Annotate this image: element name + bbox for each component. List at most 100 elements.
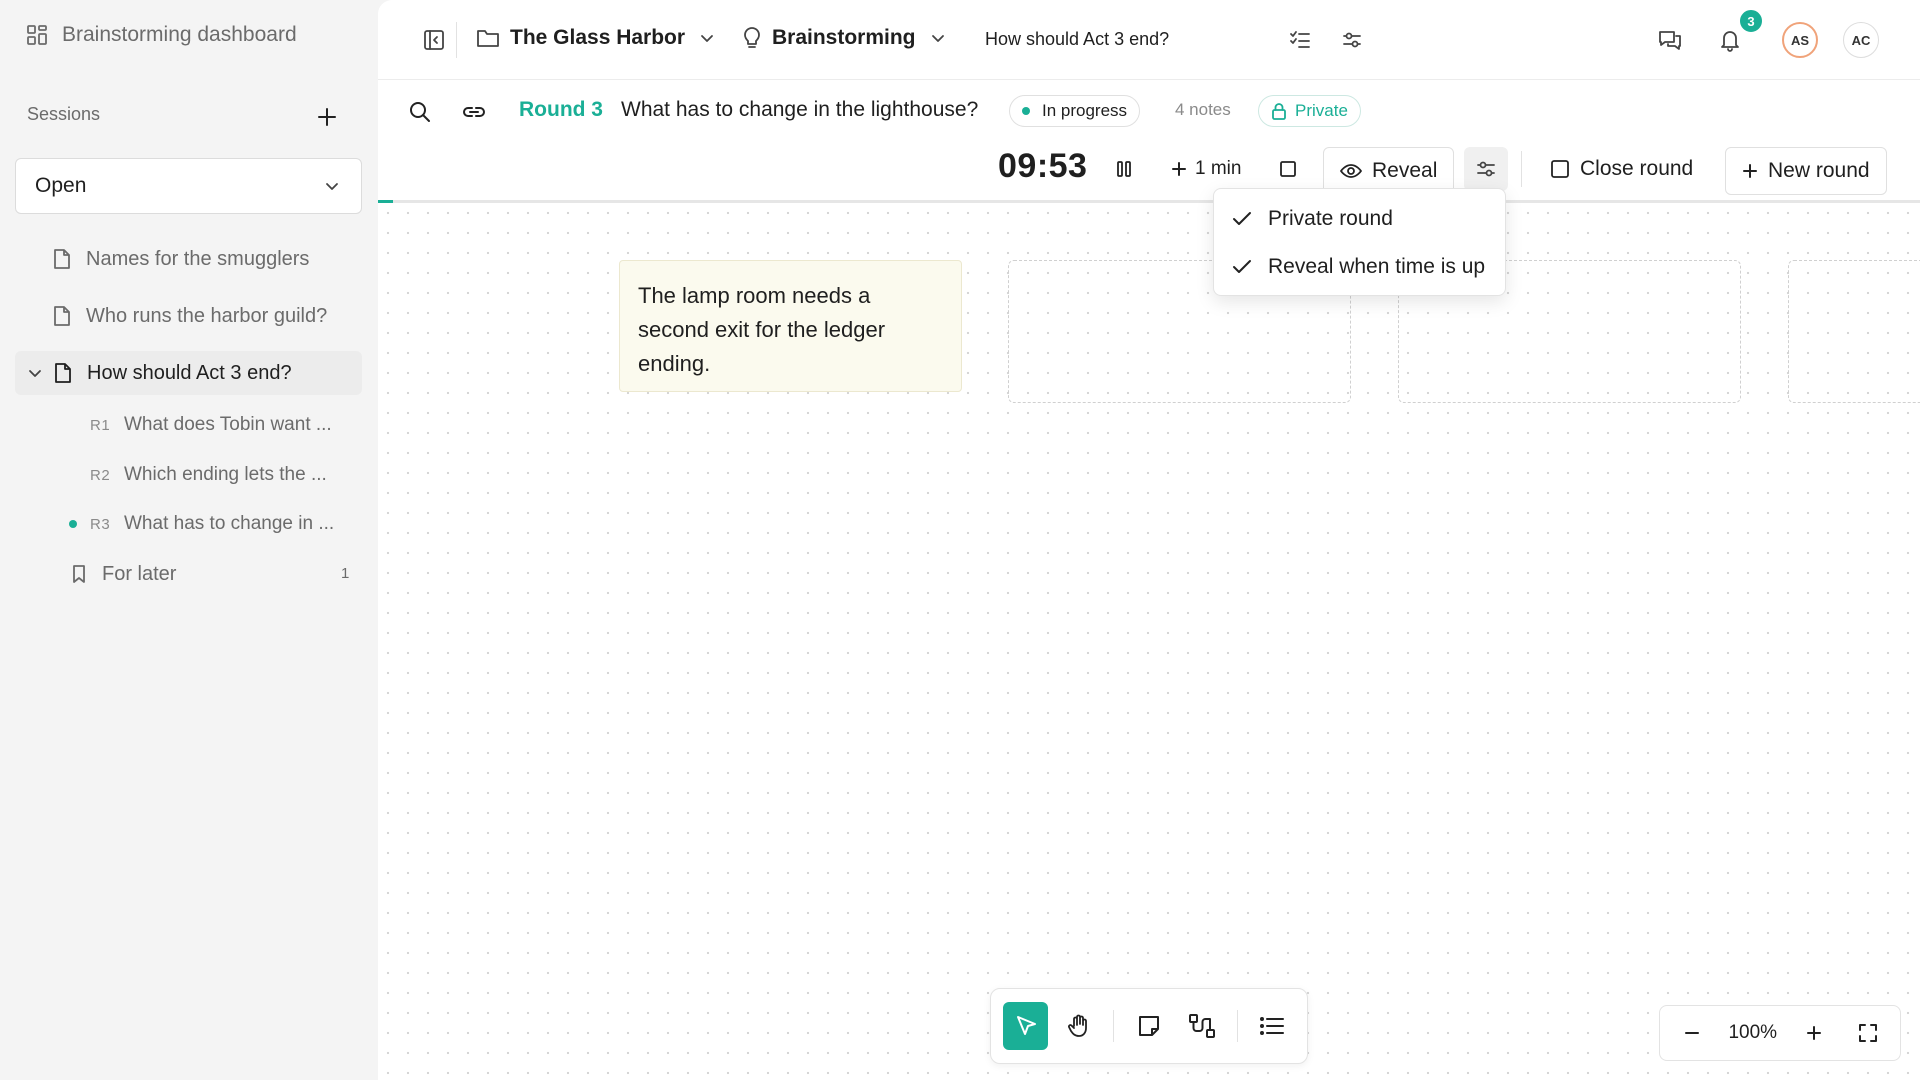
- copy-link-button[interactable]: [452, 90, 496, 134]
- checklist-icon: [1290, 31, 1310, 48]
- privacy-text: Private: [1295, 101, 1348, 120]
- toggle-sidebar-button[interactable]: [412, 18, 456, 62]
- top-bar: The Glass Harbor Brainstorming How shoul…: [378, 0, 1920, 80]
- plus-icon: [1743, 164, 1757, 178]
- for-later-item[interactable]: For later: [70, 562, 176, 586]
- reveal-label: Reveal: [1372, 159, 1438, 182]
- timer: 09:53: [998, 147, 1088, 185]
- avatar[interactable]: AS: [1782, 22, 1818, 58]
- new-round-button[interactable]: New round: [1725, 147, 1887, 195]
- checklist-button[interactable]: [1278, 18, 1322, 62]
- menu-item-label: Reveal when time is up: [1268, 255, 1486, 278]
- eye-icon: [1340, 164, 1362, 178]
- zoom-level: 100%: [1728, 1022, 1778, 1043]
- search-icon: [410, 102, 430, 122]
- main-panel: The Glass Harbor Brainstorming How shoul…: [378, 0, 1920, 1080]
- add-time-button[interactable]: 1 min: [1171, 145, 1241, 193]
- collapse-sidebar-icon: [424, 30, 444, 50]
- session-item-active[interactable]: How should Act 3 end?: [15, 351, 362, 395]
- menu-item-private-round[interactable]: Private round: [1214, 195, 1505, 243]
- add-session-button[interactable]: [314, 104, 340, 130]
- round-tag: R3: [90, 515, 111, 533]
- chevron-down-icon: [701, 35, 713, 42]
- document-icon: [54, 249, 70, 269]
- lock-icon: [1272, 103, 1286, 120]
- divider: [1236, 1010, 1238, 1042]
- sticky-note[interactable]: The lamp room needs a second exit for th…: [619, 260, 962, 392]
- fullscreen-button[interactable]: [1850, 1015, 1886, 1051]
- sticky-note-icon: [1138, 1016, 1159, 1036]
- pause-button[interactable]: [1102, 147, 1146, 191]
- zoom-in-button[interactable]: [1796, 1015, 1832, 1051]
- mode-selector[interactable]: Brainstorming: [742, 26, 946, 50]
- status-badge: In progress: [1009, 95, 1141, 127]
- session-item-label: How should Act 3 end?: [87, 361, 292, 384]
- breadcrumb-question[interactable]: How should Act 3 end?: [985, 29, 1169, 50]
- new-round-label: New round: [1768, 159, 1870, 182]
- fullscreen-icon: [1858, 1024, 1877, 1042]
- round-item-active[interactable]: R3 What has to change in ...: [90, 512, 334, 536]
- add-time-label: 1 min: [1195, 158, 1242, 179]
- connector-icon: [1189, 1014, 1216, 1038]
- pause-icon: [1117, 161, 1131, 177]
- round-label: Round 3: [519, 98, 603, 121]
- cursor-icon: [1016, 1016, 1036, 1035]
- session-item-label: Who runs the harbor guild?: [86, 304, 328, 327]
- round-item-label: What has to change in ...: [124, 513, 335, 534]
- connector-tool-button[interactable]: [1180, 1002, 1225, 1050]
- plus-icon: [1172, 162, 1186, 176]
- avatar[interactable]: AC: [1843, 22, 1879, 58]
- list-view-button[interactable]: [1250, 1002, 1295, 1050]
- close-round-button[interactable]: Close round: [1550, 145, 1693, 193]
- sliders-icon: [1343, 32, 1361, 48]
- dashboard-link[interactable]: Brainstorming dashboard: [26, 23, 297, 47]
- session-filter-select[interactable]: Open: [15, 158, 362, 214]
- privacy-badge[interactable]: Private: [1258, 95, 1361, 127]
- session-item-label: Names for the smugglers: [86, 247, 310, 270]
- lightbulb-icon: [744, 27, 760, 48]
- note-tool-button[interactable]: [1126, 1002, 1171, 1050]
- stop-button[interactable]: [1266, 147, 1310, 191]
- question-title: How should Act 3 end?: [985, 29, 1170, 49]
- round-tag: R1: [90, 416, 111, 434]
- mode-name: Brainstorming: [772, 26, 916, 49]
- status-text: In progress: [1042, 101, 1128, 120]
- brainstorm-canvas[interactable]: The lamp room needs a second exit for th…: [378, 203, 1920, 1080]
- round-options-menu: Private round Reveal when time is up: [1213, 188, 1506, 296]
- round-tag: R2: [90, 466, 111, 484]
- for-later-count: 1: [341, 565, 350, 582]
- zoom-out-button[interactable]: [1674, 1015, 1710, 1051]
- chevron-down-icon: [29, 370, 41, 377]
- sliders-icon: [1477, 161, 1495, 177]
- notification-count-badge: 3: [1738, 8, 1764, 34]
- empty-note-slot[interactable]: [1788, 260, 1920, 403]
- zoom-controls: 100%: [1659, 1005, 1901, 1061]
- active-round-dot: [69, 520, 77, 528]
- hand-tool-button[interactable]: [1056, 1002, 1101, 1050]
- menu-item-reveal-when-up[interactable]: Reveal when time is up: [1214, 243, 1505, 291]
- status-dot: [1022, 107, 1030, 115]
- dashboard-label: Brainstorming dashboard: [62, 23, 297, 46]
- project-selector[interactable]: The Glass Harbor: [476, 26, 715, 50]
- canvas-toolbar: [990, 988, 1308, 1064]
- settings-button[interactable]: [1330, 18, 1374, 62]
- round-item[interactable]: R1 What does Tobin want ...: [90, 413, 332, 437]
- round-header: Round 3 What has to change in the lighth…: [378, 90, 1920, 132]
- session-item[interactable]: Who runs the harbor guild?: [52, 303, 327, 329]
- comments-button[interactable]: [1648, 18, 1692, 62]
- hand-icon: [1067, 1014, 1087, 1037]
- select-tool-button[interactable]: [1003, 1002, 1049, 1050]
- bookmark-icon: [73, 565, 85, 583]
- for-later-label: For later: [102, 562, 177, 585]
- session-item[interactable]: Names for the smugglers: [52, 246, 309, 272]
- minus-icon: [1685, 1032, 1699, 1034]
- search-button[interactable]: [398, 90, 442, 134]
- round-item[interactable]: R2 Which ending lets the ...: [90, 463, 327, 487]
- chevron-down-icon: [326, 183, 338, 190]
- round-options-button[interactable]: [1464, 147, 1508, 191]
- divider: [456, 22, 457, 58]
- round-item-label: Which ending lets the ...: [124, 464, 327, 485]
- dashboard-icon: [27, 25, 47, 45]
- plus-icon: [318, 108, 336, 126]
- folder-icon: [477, 30, 499, 47]
